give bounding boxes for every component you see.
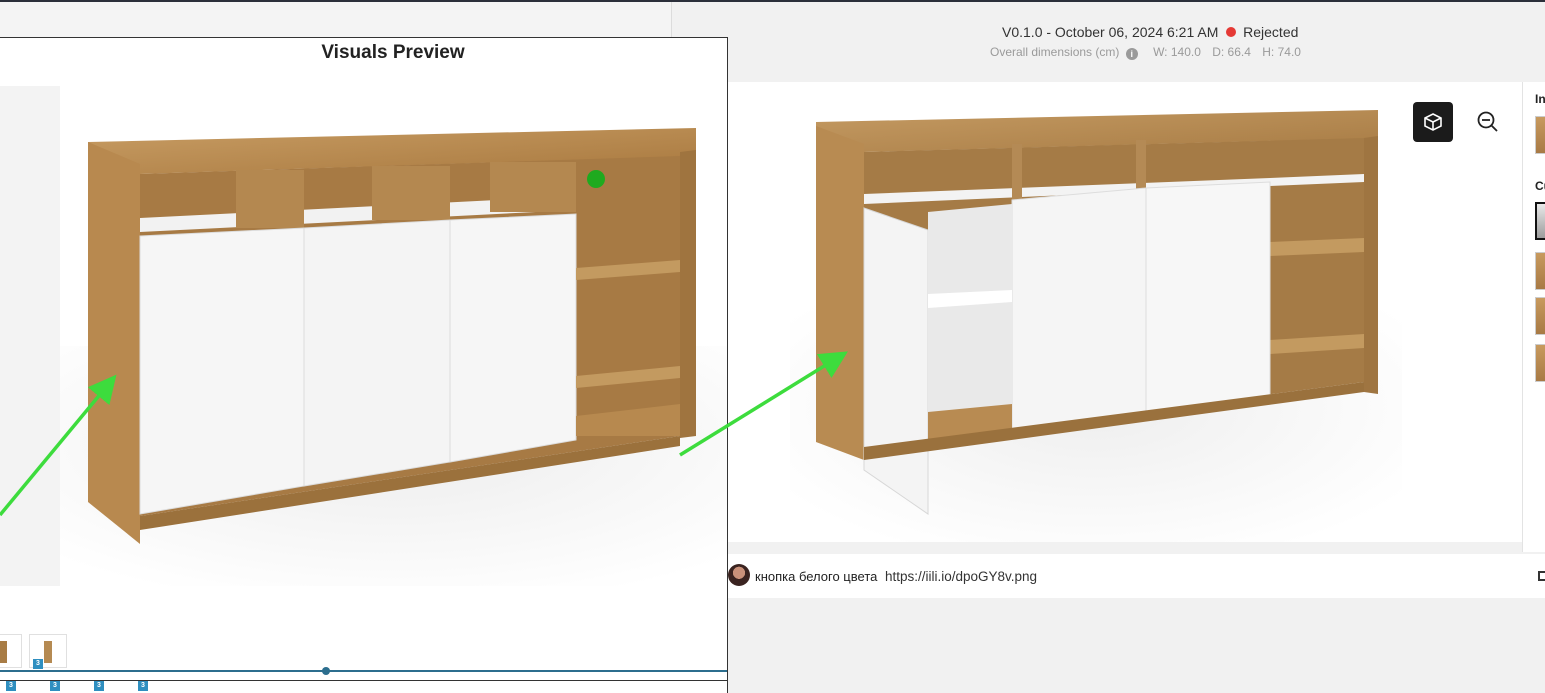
comment-action-icon[interactable] <box>1538 571 1545 581</box>
dimension-depth: D: 66.4 <box>1212 45 1251 59</box>
mini-thumbnail-badge[interactable]: 3 <box>94 681 104 691</box>
visuals-preview-modal: Visuals Preview 3 3 3 3 3 <box>0 37 728 693</box>
dimension-height: H: 74.0 <box>1262 45 1301 59</box>
info-icon[interactable]: i <box>1125 48 1138 60</box>
zoom-out-button[interactable] <box>1468 102 1508 142</box>
cube-icon <box>1424 113 1442 131</box>
mini-thumbnail-badge[interactable]: 3 <box>6 681 16 691</box>
app-page: V0.1.0 - October 06, 2024 6:21 AM Reject… <box>0 0 1545 693</box>
modal-title: Visuals Preview <box>321 42 465 63</box>
product-viewer[interactable] <box>728 82 1522 542</box>
comment-link[interactable]: https://iili.io/dpoGY8v.png <box>885 569 1037 584</box>
status-label: Rejected <box>1243 24 1299 40</box>
comment-body: кнопка белого цвета https://iili.io/dpoG… <box>755 569 1037 584</box>
side-thumbnail[interactable] <box>1535 344 1545 382</box>
dimensions-row: Overall dimensions (cm) i W: 140.0 D: 66… <box>990 45 1309 60</box>
dimension-width: W: 140.0 <box>1153 45 1201 59</box>
preview-image <box>0 86 727 586</box>
comment-text: кнопка белого цвета <box>755 569 878 584</box>
version-label: V0.1.0 - October 06, 2024 6:21 AM <box>1002 24 1219 40</box>
version-header: V0.1.0 - October 06, 2024 6:21 AM Reject… <box>1002 24 1298 40</box>
view-3d-button[interactable] <box>1413 102 1453 142</box>
mini-thumbnail-badge[interactable]: 3 <box>138 681 148 691</box>
sideboard-render-open <box>790 110 1402 542</box>
preview-timeline[interactable] <box>0 670 727 672</box>
side-thumbnail[interactable] <box>1535 252 1545 290</box>
preview-thumbnail[interactable] <box>0 634 22 668</box>
side-thumbnail[interactable] <box>1535 297 1545 335</box>
sideboard-render-closed <box>60 86 727 586</box>
version-panel: V0.1.0 - October 06, 2024 6:21 AM Reject… <box>672 2 1545 693</box>
modal-divider <box>0 680 727 681</box>
annotation-marker <box>587 170 605 188</box>
dimensions-label: Overall dimensions (cm) <box>990 45 1120 59</box>
side-thumbnail[interactable] <box>1535 116 1545 154</box>
zoom-out-icon <box>1477 111 1498 132</box>
timeline-knob[interactable] <box>322 667 330 675</box>
preview-thumbnail[interactable]: 3 <box>29 634 67 669</box>
thumbnail-image <box>0 641 7 663</box>
thumbnail-image <box>44 641 52 663</box>
mini-thumbnail-badge[interactable]: 3 <box>50 681 60 691</box>
side-thumbnail-selected[interactable] <box>1535 202 1545 240</box>
comment-row: кнопка белого цвета https://iili.io/dpoG… <box>728 554 1545 598</box>
status-dot-icon <box>1226 27 1237 37</box>
side-section-1-label: In <box>1535 92 1545 106</box>
avatar <box>728 564 750 586</box>
side-thumbnail-strip: In Cu <box>1522 82 1545 552</box>
thumbnail-badge: 3 <box>33 659 43 669</box>
side-section-2-label: Cu <box>1535 179 1545 193</box>
